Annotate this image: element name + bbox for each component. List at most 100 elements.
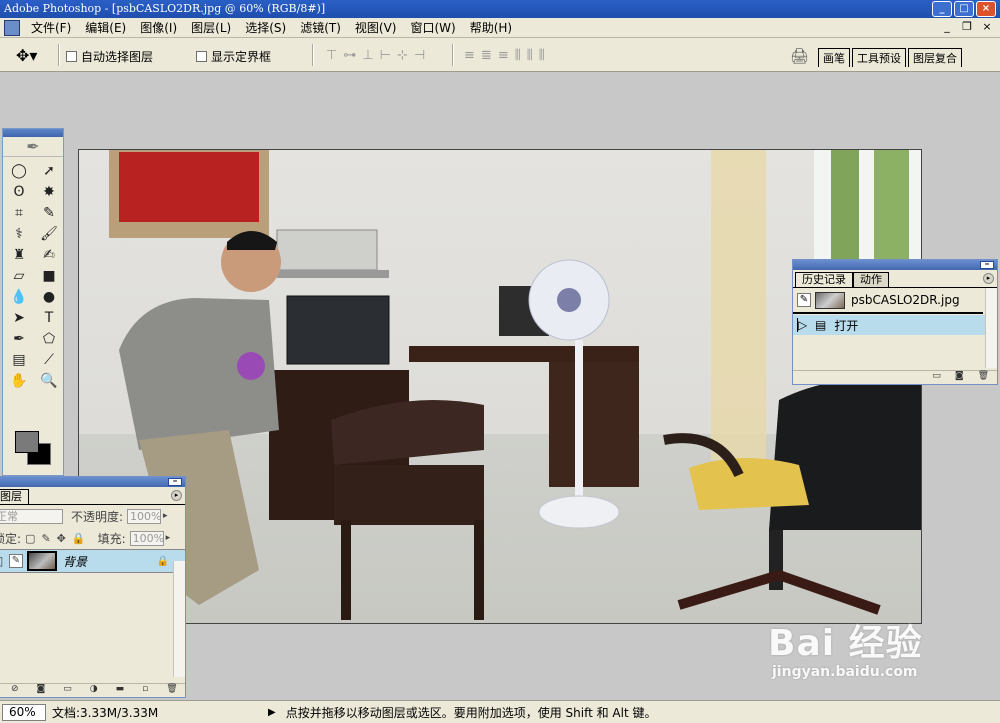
delete-layer-icon[interactable]: 🗑 [166,684,177,697]
palette-tab-tool-presets[interactable]: 工具预设 [852,48,906,67]
new-group-icon[interactable]: ▬ [116,684,125,697]
palette-tab-layer-comps[interactable]: 图层复合 [908,48,962,67]
layer-visibility-icon[interactable]: ▯ [0,554,9,568]
align-top-icon[interactable]: ⊤ [326,48,337,63]
add-mask-icon[interactable]: ▭ [63,684,72,697]
align-left-icon[interactable]: ⊢ [380,48,391,63]
eyedropper-tool-icon[interactable]: ⟋ [37,350,61,369]
collapse-icon[interactable]: ━ [980,261,994,269]
lock-icons[interactable]: ▢✎✥🔒 [25,532,92,545]
distribute-top-icon[interactable]: ≡ [464,48,475,63]
menu-image[interactable]: 图像(I) [133,19,184,36]
tab-layers[interactable]: 图层 [0,489,29,504]
maximize-button[interactable]: □ [954,1,974,17]
crop-tool-icon[interactable]: ⌗ [7,203,31,222]
close-button[interactable]: × [976,1,996,17]
layer-row-background[interactable]: ▯ ✎ 背景 🔒 [0,549,185,573]
layers-scrollbar[interactable] [173,561,185,677]
doc-restore-button[interactable]: ❐ [960,20,974,34]
clone-stamp-tool-icon[interactable]: ♜ [7,245,31,264]
blur-tool-icon[interactable]: 💧 [7,287,31,306]
fill-input[interactable]: 100% [129,530,164,546]
minimize-button[interactable]: _ [932,1,952,17]
tab-history[interactable]: 历史记录 [795,272,853,287]
path-select-tool-icon[interactable]: ➤ [7,308,31,327]
status-menu-arrow-icon[interactable]: ▶ [268,707,276,718]
magic-wand-tool-icon[interactable]: ✸ [37,182,61,201]
notes-tool-icon[interactable]: ▤ [7,350,31,369]
add-layer-style-icon[interactable]: ◙ [37,684,46,697]
fill-slider-icon[interactable]: ▸ [166,533,171,543]
menu-file[interactable]: 文件(F) [24,19,78,36]
menu-window[interactable]: 窗口(W) [403,19,462,36]
panel-menu-icon[interactable]: ▸ [171,490,182,501]
healing-brush-tool-icon[interactable]: ⚕ [7,224,31,243]
menu-edit[interactable]: 编辑(E) [78,19,133,36]
new-layer-icon[interactable]: ▫ [142,684,148,697]
foreground-color-swatch[interactable] [15,431,39,453]
zoom-tool-icon[interactable]: 🔍 [37,371,61,390]
pen-tool-icon[interactable]: ✒ [7,329,31,348]
blend-mode-select[interactable]: 正常 [0,508,63,524]
watermark-logo: Bai 经验 [768,623,923,664]
opacity-input[interactable]: 100% [127,508,162,524]
hand-tool-icon[interactable]: ✋ [7,371,31,390]
eraser-tool-icon[interactable]: ▱ [7,266,31,285]
distribute-left-icon[interactable]: ⫼ [515,48,521,63]
align-bottom-icon[interactable]: ⊥ [362,48,373,63]
history-snapshot[interactable]: ✎ psbCASLO2DR.jpg [793,290,997,310]
brush-tool-icon[interactable]: 🖌 [37,224,61,243]
align-right-icon[interactable]: ⊣ [414,48,425,63]
marquee-tool-icon[interactable]: ◯ [7,161,31,180]
new-adjustment-layer-icon[interactable]: ◑ [90,684,98,697]
new-snapshot-icon[interactable]: ◙ [955,371,964,384]
opacity-slider-icon[interactable]: ▸ [163,511,168,521]
show-bounds-option[interactable]: 显示定界框 [196,48,271,65]
type-tool-icon[interactable]: T [37,308,61,327]
link-layers-icon[interactable]: ⊘ [11,684,19,697]
photoshop-app-icon[interactable] [4,19,20,36]
distribute-hcenter-icon[interactable]: ⫼ [527,48,533,63]
menu-filter[interactable]: 滤镜(T) [293,19,348,36]
align-vcenter-icon[interactable]: ⊶ [343,48,356,63]
dodge-tool-icon[interactable]: ● [37,287,61,306]
history-panel-titlebar[interactable]: ━ [793,260,997,270]
history-scrollbar[interactable] [985,288,997,368]
new-document-from-state-icon[interactable]: ▭ [932,371,941,384]
doc-minimize-button[interactable]: _ [940,20,954,34]
feather-logo-icon[interactable]: ✒ [3,137,63,157]
move-tool-icon[interactable]: ➚ [37,161,61,180]
menu-view[interactable]: 视图(V) [348,19,404,36]
layer-brush-icon[interactable]: ✎ [9,554,23,568]
lasso-tool-icon[interactable]: ʘ [7,182,31,201]
shape-tool-icon[interactable]: ⬠ [37,329,61,348]
distribute-bottom-icon[interactable]: ≡ [498,48,509,63]
history-brush-tool-icon[interactable]: ✍ [37,245,61,264]
auto-select-checkbox[interactable] [66,51,77,62]
auto-select-layer-option[interactable]: 自动选择图层 [66,48,153,65]
collapse-icon[interactable]: ━ [168,478,182,486]
menu-layer[interactable]: 图层(L) [184,19,238,36]
slice-tool-icon[interactable]: ✎ [37,203,61,222]
history-brush-source-icon[interactable]: ✎ [797,293,811,307]
history-state-slider-icon[interactable]: ▷ [797,318,815,332]
menu-help[interactable]: 帮助(H) [463,19,519,36]
distribute-right-icon[interactable]: ⫼ [539,48,545,63]
doc-close-button[interactable]: × [980,20,994,34]
gradient-tool-icon[interactable]: ■ [37,266,61,285]
toolbox-titlebar[interactable] [3,129,63,137]
distribute-vcenter-icon[interactable]: ≣ [481,48,492,63]
menu-select[interactable]: 选择(S) [238,19,293,36]
delete-state-icon[interactable]: 🗑 [978,371,989,384]
move-tool-preset-icon[interactable]: ✥▾ [16,46,37,65]
align-hcenter-icon[interactable]: ⊹ [397,48,408,63]
tab-actions[interactable]: 动作 [853,272,889,287]
palette-tab-brushes[interactable]: 画笔 [818,48,850,67]
zoom-field[interactable]: 60% [2,703,46,721]
history-state-open[interactable]: ▷ ▤ 打开 [793,315,997,335]
file-browser-icon[interactable]: 🖨 [790,47,809,65]
layers-panel-titlebar[interactable]: ━ [0,477,185,487]
panel-menu-icon[interactable]: ▸ [983,273,994,284]
image-canvas[interactable] [78,149,922,624]
show-bounds-checkbox[interactable] [196,51,207,62]
